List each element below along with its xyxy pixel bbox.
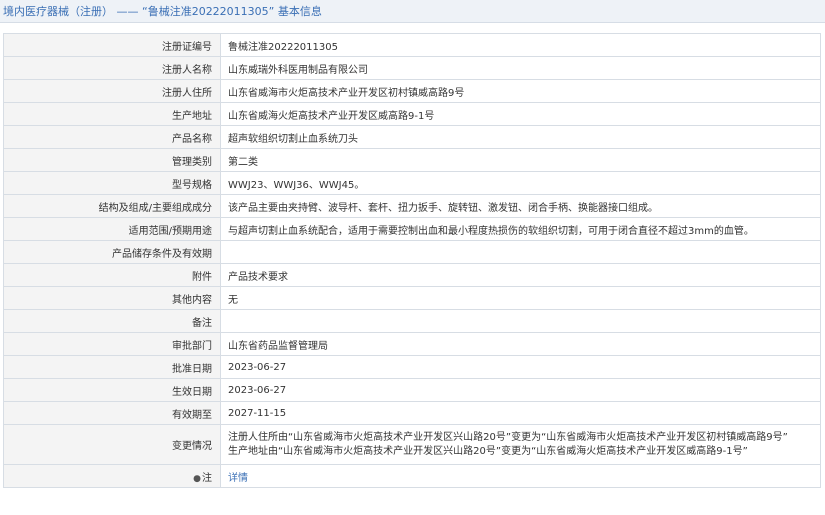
row-label: 注册证编号 bbox=[3, 33, 221, 57]
page-title: 境内医疗器械（注册） —— “鲁械注准20222011305” 基本信息 bbox=[3, 5, 322, 18]
row-value bbox=[220, 240, 821, 264]
info-table-wrapper: 注册证编号 鲁械注准20222011305 注册人名称 山东威瑞外科医用制品有限公司注… bbox=[3, 33, 821, 488]
row-value: 2027-11-15 bbox=[220, 401, 821, 425]
table-row: 备注 bbox=[3, 309, 821, 333]
row-label: 注册人名称 bbox=[3, 56, 221, 80]
table-row: 有效期至 2027-11-15 bbox=[3, 401, 821, 425]
table-row: 生效日期 2023-06-27 bbox=[3, 378, 821, 402]
row-label: 产品储存条件及有效期 bbox=[3, 240, 221, 264]
row-value: 山东省威海火炬高技术产业开发区威高路9-1号 bbox=[220, 102, 821, 126]
row-label: 生效日期 bbox=[3, 378, 221, 402]
row-label: 产品名称 bbox=[3, 125, 221, 149]
row-value: 山东省药品监督管理局 bbox=[220, 332, 821, 356]
table-row-changes: 变更情况 注册人住所由“山东省威海市火炬高技术产业开发区兴山路20号”变更为“山东… bbox=[3, 424, 821, 465]
row-value: 该产品主要由夹持臂、波导杆、套杆、扭力扳手、旋转钮、激发钮、闭合手柄、换能器接口… bbox=[220, 194, 821, 218]
row-value bbox=[220, 309, 821, 333]
change-line: 生产地址由“山东省威海市火炬高技术产业开发区兴山路20号”变更为“山东省威海火炬… bbox=[228, 445, 748, 457]
table-row: 附件 产品技术要求 bbox=[3, 263, 821, 287]
table-row: 审批部门 山东省药品监督管理局 bbox=[3, 332, 821, 356]
table-row: 型号规格 WWJ23、WWJ36、WWJ45。 bbox=[3, 171, 821, 195]
table-row: 其他内容无 bbox=[3, 286, 821, 310]
row-value-detail: 详情 bbox=[220, 464, 821, 488]
table-row-detail: ●注 详情 bbox=[3, 464, 821, 488]
row-value: 2023-06-27 bbox=[220, 355, 821, 379]
row-label: 管理类别 bbox=[3, 148, 221, 172]
row-label: 备注 bbox=[3, 309, 221, 333]
row-value: 2023-06-27 bbox=[220, 378, 821, 402]
row-label: 其他内容 bbox=[3, 286, 221, 310]
row-value: WWJ23、WWJ36、WWJ45。 bbox=[220, 171, 821, 195]
row-label: 有效期至 bbox=[3, 401, 221, 425]
row-label-detail: ●注 bbox=[3, 464, 221, 488]
table-row: 结构及组成/主要组成成分 该产品主要由夹持臂、波导杆、套杆、扭力扳手、旋转钮、激发… bbox=[3, 194, 821, 218]
row-value: 鲁械注准20222011305 bbox=[220, 33, 821, 57]
detail-link[interactable]: 详情 bbox=[228, 473, 248, 484]
row-value: 无 bbox=[220, 286, 821, 310]
row-label: 生产地址 bbox=[3, 102, 221, 126]
table-row: 注册人住所 山东省威海市火炬高技术产业开发区初村镇威高路9号 bbox=[3, 79, 821, 103]
table-row: 生产地址 山东省威海火炬高技术产业开发区威高路9-1号 bbox=[3, 102, 821, 126]
table-row: 产品储存条件及有效期 bbox=[3, 240, 821, 264]
row-label: 批准日期 bbox=[3, 355, 221, 379]
row-value: 超声软组织切割止血系统刀头 bbox=[220, 125, 821, 149]
change-history: 注册人住所由“山东省威海市火炬高技术产业开发区兴山路20号”变更为“山东省威海市… bbox=[220, 424, 821, 465]
table-row: 注册证编号 鲁械注准20222011305 bbox=[3, 33, 821, 57]
row-value: 山东威瑞外科医用制品有限公司 bbox=[220, 56, 821, 80]
row-value: 第二类 bbox=[220, 148, 821, 172]
row-label: 审批部门 bbox=[3, 332, 221, 356]
table-row: 适用范围/预期用途 与超声切割止血系统配合，适用于需要控制出血和最小程度热损伤的软… bbox=[3, 217, 821, 241]
change-line: 注册人住所由“山东省威海市火炬高技术产业开发区兴山路20号”变更为“山东省威海市… bbox=[228, 431, 788, 443]
row-label: 适用范围/预期用途 bbox=[3, 217, 221, 241]
row-label: 结构及组成/主要组成成分 bbox=[3, 194, 221, 218]
row-label: 变更情况 bbox=[3, 424, 221, 465]
table-row: 产品名称 超声软组织切割止血系统刀头 bbox=[3, 125, 821, 149]
table-row: 批准日期 2023-06-27 bbox=[3, 355, 821, 379]
row-label: 注册人住所 bbox=[3, 79, 221, 103]
row-value: 山东省威海市火炬高技术产业开发区初村镇威高路9号 bbox=[220, 79, 821, 103]
table-row: 注册人名称 山东威瑞外科医用制品有限公司 bbox=[3, 56, 821, 80]
help-icon: ● bbox=[193, 473, 201, 484]
detail-label: 注 bbox=[202, 472, 212, 484]
row-label: 型号规格 bbox=[3, 171, 221, 195]
info-table-body: 注册证编号 鲁械注准20222011305 注册人名称 山东威瑞外科医用制品有限公司注… bbox=[3, 33, 821, 488]
row-label: 附件 bbox=[3, 263, 221, 287]
page-header: 境内医疗器械（注册） —— “鲁械注准20222011305” 基本信息 bbox=[0, 0, 825, 23]
row-value: 产品技术要求 bbox=[220, 263, 821, 287]
info-table: 注册证编号 鲁械注准20222011305 注册人名称 山东威瑞外科医用制品有限公司注… bbox=[3, 33, 821, 488]
row-value: 与超声切割止血系统配合，适用于需要控制出血和最小程度热损伤的软组织切割，可用于闭… bbox=[220, 217, 821, 241]
table-row: 管理类别 第二类 bbox=[3, 148, 821, 172]
